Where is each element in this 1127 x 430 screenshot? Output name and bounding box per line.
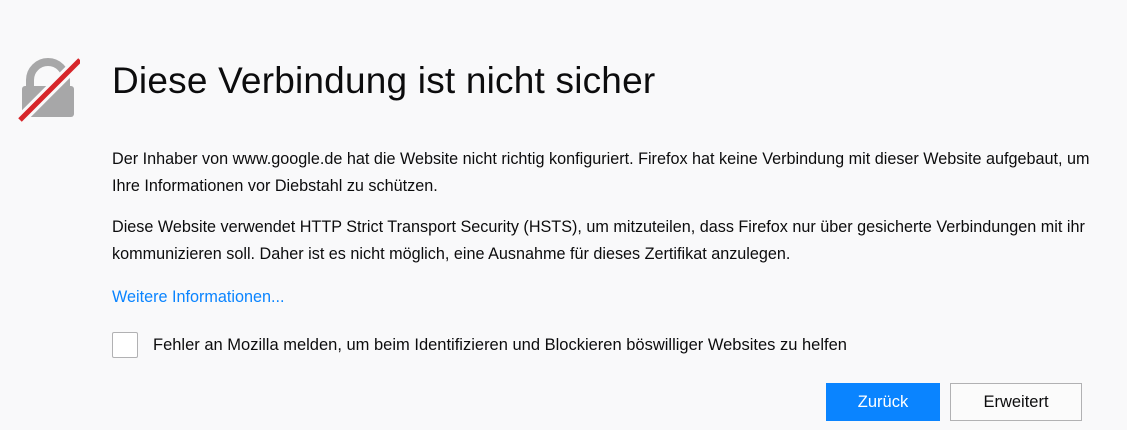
report-option: Fehler an Mozilla melden, um beim Identi… [112,331,847,359]
learn-more-link[interactable]: Weitere Informationen... [112,288,284,307]
report-checkbox-label[interactable]: Fehler an Mozilla melden, um beim Identi… [153,336,847,355]
advanced-button[interactable]: Erweitert [950,383,1082,421]
hsts-description: Diese Website verwendet HTTP Strict Tran… [112,218,1085,263]
error-description: Der Inhaber von www.google.de hat die We… [112,150,1090,195]
back-button[interactable]: Zurück [826,383,940,421]
lock-broken-icon [16,57,83,123]
page-title: Diese Verbindung ist nicht sicher [112,60,656,101]
report-checkbox[interactable] [112,332,138,358]
